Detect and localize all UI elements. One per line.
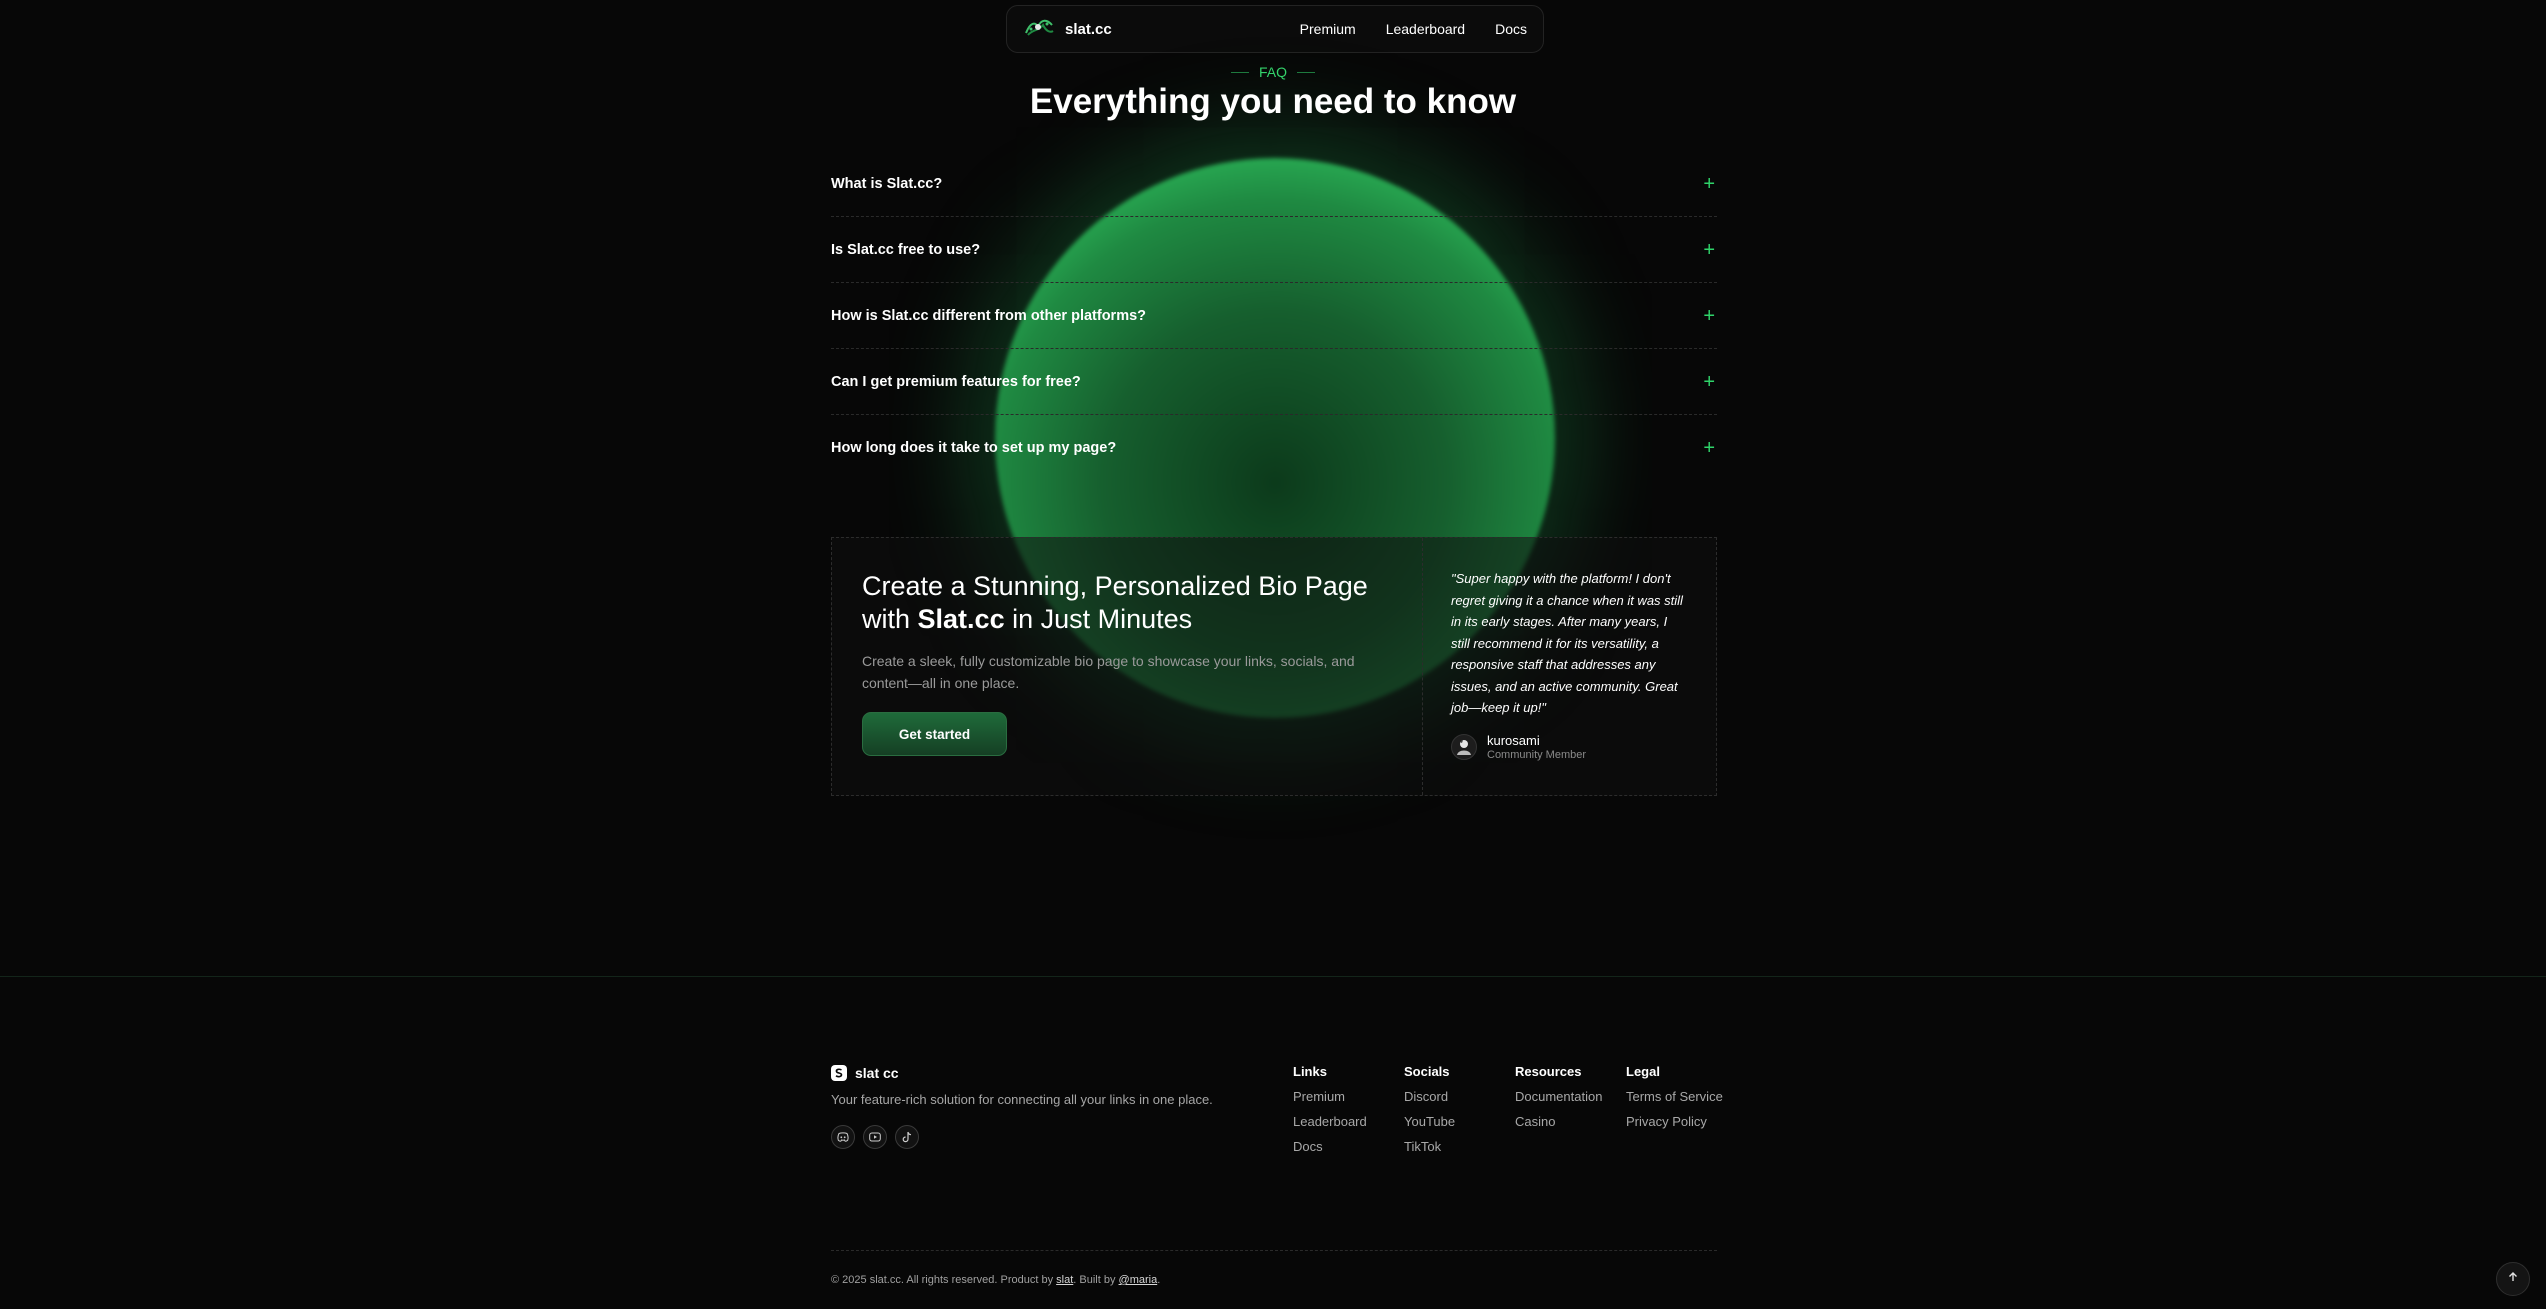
footer-brand[interactable]: slat cc (831, 1065, 899, 1081)
get-started-button[interactable]: Get started (862, 712, 1007, 756)
nav-links: Premium Leaderboard Docs (1300, 21, 1527, 37)
plus-icon[interactable]: + (1703, 372, 1717, 392)
faq-tag: FAQ (1173, 64, 1373, 80)
footer-col-title: Socials (1404, 1064, 1450, 1079)
footer-columns: Links Premium Leaderboard Docs Socials D… (1293, 1064, 1737, 1164)
footer-link-tiktok[interactable]: TikTok (1404, 1139, 1515, 1154)
faq-item-free[interactable]: Is Slat.cc free to use? + (831, 217, 1717, 283)
slat-logo-icon (831, 1065, 847, 1081)
footer-divider (0, 976, 2546, 977)
faq-item-different[interactable]: How is Slat.cc different from other plat… (831, 283, 1717, 349)
avatar (1451, 733, 1477, 760)
copyright: © 2025 slat.cc. All rights reserved. Pro… (831, 1274, 1160, 1286)
nav-link-premium[interactable]: Premium (1300, 21, 1356, 37)
plus-icon[interactable]: + (1703, 306, 1717, 326)
faq-question: Can I get premium features for free? (831, 373, 1081, 390)
top-nav: slat.cc Premium Leaderboard Docs (1006, 5, 1544, 53)
divider-line (1297, 71, 1315, 73)
author-info: kurosami Community Member (1487, 733, 1586, 761)
author-link[interactable]: @maria (1119, 1274, 1158, 1286)
slat-logo-icon (1023, 15, 1055, 44)
faq-title: Everything you need to know (1029, 82, 1517, 121)
footer-link-premium[interactable]: Premium (1293, 1089, 1404, 1104)
footer-brand-label: slat cc (855, 1065, 899, 1081)
faq-item-what-is[interactable]: What is Slat.cc? + (831, 151, 1717, 217)
footer-tagline: Your feature-rich solution for connectin… (831, 1092, 1213, 1107)
faq-tag-label: FAQ (1258, 64, 1287, 80)
faq-item-setup-time[interactable]: How long does it take to set up my page?… (831, 415, 1717, 481)
footer-link-leaderboard[interactable]: Leaderboard (1293, 1114, 1404, 1129)
footer-col-links: Links Premium Leaderboard Docs (1293, 1064, 1404, 1164)
tiktok-icon[interactable] (895, 1125, 919, 1149)
nav-brand[interactable]: slat.cc (1023, 15, 1112, 44)
nav-brand-label: slat.cc (1065, 20, 1112, 38)
built-by-text: . Built by (1073, 1274, 1119, 1286)
social-links (831, 1125, 919, 1149)
testimonial-author: kurosami Community Member (1451, 733, 1688, 761)
author-role: Community Member (1487, 748, 1587, 761)
footer-link-docs[interactable]: Docs (1293, 1139, 1404, 1154)
cta-title-brand: Slat.cc (917, 604, 1005, 634)
cta-title: Create a Stunning, Personalized Bio Page… (862, 570, 1392, 636)
discord-icon[interactable] (831, 1125, 855, 1149)
faq-list: What is Slat.cc? + Is Slat.cc free to us… (831, 151, 1717, 481)
footer-col-title: Legal (1626, 1064, 1660, 1079)
copyright-suffix: . (1157, 1274, 1161, 1286)
cta-title-part2: in Just Minutes (1004, 604, 1193, 634)
testimonial-quote: "Super happy with the platform! I don't … (1451, 571, 1683, 715)
divider-line (1230, 71, 1249, 73)
product-link[interactable]: slat (1056, 1274, 1073, 1286)
footer-link-documentation[interactable]: Documentation (1515, 1089, 1626, 1104)
footer-link-youtube[interactable]: YouTube (1404, 1114, 1515, 1129)
plus-icon[interactable]: + (1703, 438, 1717, 458)
footer-col-resources: Resources Documentation Casino (1515, 1064, 1626, 1164)
footer-col-title: Resources (1515, 1064, 1582, 1079)
footer-link-privacy[interactable]: Privacy Policy (1626, 1114, 1737, 1129)
scroll-to-top-button[interactable] (2496, 1262, 2530, 1296)
footer-link-casino[interactable]: Casino (1515, 1114, 1626, 1129)
faq-question: How is Slat.cc different from other plat… (831, 307, 1147, 324)
testimonial: "Super happy with the platform! I don't … (1423, 538, 1716, 795)
faq-question: Is Slat.cc free to use? (831, 241, 981, 258)
cta-section: Create a Stunning, Personalized Bio Page… (831, 537, 1717, 796)
footer-link-terms[interactable]: Terms of Service (1626, 1089, 1737, 1104)
footer-col-socials: Socials Discord YouTube TikTok (1404, 1064, 1515, 1164)
cta-description: Create a sleek, fully customizable bio p… (862, 653, 1355, 691)
plus-icon[interactable]: + (1703, 240, 1717, 260)
nav-link-leaderboard[interactable]: Leaderboard (1386, 21, 1465, 37)
faq-item-premium-free[interactable]: Can I get premium features for free? + (831, 349, 1717, 415)
author-name: kurosami (1487, 732, 1540, 748)
faq-question: What is Slat.cc? (831, 175, 943, 192)
arrow-up-icon (2507, 1270, 2519, 1288)
copyright-prefix: © 2025 slat.cc. All rights reserved. Pro… (831, 1274, 1057, 1286)
faq-question: How long does it take to set up my page? (831, 440, 1117, 456)
nav-link-docs[interactable]: Docs (1495, 21, 1527, 37)
footer-rule (831, 1250, 1717, 1251)
plus-icon[interactable]: + (1703, 174, 1717, 194)
footer-col-title: Links (1293, 1064, 1327, 1079)
footer-link-discord[interactable]: Discord (1404, 1089, 1515, 1104)
youtube-icon[interactable] (863, 1125, 887, 1149)
footer-col-legal: Legal Terms of Service Privacy Policy (1626, 1064, 1737, 1164)
cta-content: Create a Stunning, Personalized Bio Page… (832, 538, 1423, 795)
